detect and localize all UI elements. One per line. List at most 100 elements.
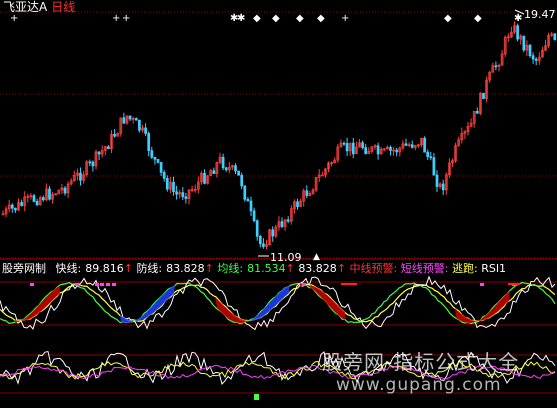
mid-warning-tick	[508, 283, 520, 285]
rsi-label: RSI1	[481, 262, 507, 275]
watermark-text: 股旁网-指标公式大全	[322, 350, 520, 374]
candle-body	[432, 157, 436, 176]
short-warning-tick	[302, 283, 306, 286]
avg-label: 均线:	[217, 262, 244, 275]
fast-arrow: ↑	[123, 262, 133, 275]
candle-body	[165, 178, 169, 190]
candle-body	[88, 161, 92, 164]
stock-name: 飞亚达A	[3, 0, 48, 14]
candle-body	[212, 170, 216, 174]
candle-body	[364, 147, 368, 154]
candle-body	[138, 119, 141, 131]
candle-body	[389, 146, 392, 151]
chart-title: 飞亚达A 日线	[3, 1, 75, 14]
candle-body	[156, 158, 160, 163]
candle-body	[32, 195, 36, 202]
signal-marker: +	[112, 13, 120, 24]
fast-label: 快线:	[55, 262, 82, 275]
candle-body	[410, 144, 414, 148]
candle-body	[494, 65, 498, 68]
extra-arrow: ↑	[336, 262, 347, 275]
candle-body	[172, 181, 175, 193]
short-warning-tick	[30, 283, 34, 286]
candle-body	[91, 161, 95, 167]
short-warning-tick	[95, 283, 99, 286]
candle-body	[435, 174, 439, 187]
candle-body	[243, 185, 247, 200]
avg-value: 81.534	[247, 262, 286, 275]
cloud-fill	[15, 285, 60, 323]
candle-body	[441, 183, 445, 191]
defend-arrow: ↑	[204, 262, 214, 275]
defend-label: 防线:	[136, 262, 163, 275]
candle-body	[553, 33, 557, 41]
candle-body	[345, 143, 349, 152]
signal-marker: ◆	[474, 13, 482, 24]
candle-body	[280, 221, 284, 227]
candle-body	[144, 127, 147, 134]
candle-body	[113, 133, 116, 137]
candle-body	[147, 133, 151, 152]
signal-marker: ✱	[237, 13, 245, 24]
low-marker: ▲	[313, 252, 320, 262]
indicator-name: 股旁网制	[2, 262, 46, 275]
candle-body	[429, 156, 433, 159]
candle-body	[258, 235, 262, 245]
cloud-fill	[250, 284, 290, 321]
short-warning-tick	[112, 283, 116, 286]
signal-marker: ◆	[317, 13, 325, 24]
short-warning-tick	[75, 283, 79, 286]
short-warning-tick	[480, 283, 484, 286]
candle-body	[246, 198, 250, 202]
candle-body	[522, 35, 526, 51]
avg-arrow: ↑	[285, 262, 295, 275]
period-label: 日线	[51, 0, 76, 14]
extra-value: 83.828	[298, 262, 337, 275]
candle-body	[404, 143, 408, 146]
short-warning-tick	[100, 283, 104, 286]
candle-body	[175, 191, 178, 195]
short-warning-label: 短线预警:	[400, 262, 449, 275]
mid-warning-tick	[341, 283, 357, 285]
escape-label: 逃跑:	[451, 262, 478, 275]
candle-body	[107, 146, 110, 150]
candle-body	[305, 190, 309, 196]
signal-marker: ◆	[296, 13, 304, 24]
candle-body	[79, 172, 82, 181]
candle-body	[531, 55, 535, 60]
candle-body	[395, 149, 399, 153]
candle-body	[41, 197, 45, 201]
candle-body	[516, 25, 519, 40]
candle-body	[20, 202, 23, 206]
candle-body	[203, 172, 206, 184]
candle-body	[320, 174, 324, 177]
watermark-url: www.gupang.com	[336, 375, 502, 395]
signal-marker: +	[10, 13, 18, 24]
candle-body	[184, 196, 188, 199]
mid-warning-label: 中线预警:	[349, 262, 398, 275]
candle-body	[10, 204, 14, 209]
candle-body	[255, 220, 259, 237]
candle-body	[122, 117, 126, 124]
signal-markers: + + + ✱✱ ◆ ◆ ◆ ◆ + ◆ ◆ ✱▲	[10, 13, 522, 262]
short-warning-tick	[106, 283, 110, 286]
candle-body	[240, 174, 244, 187]
candle-body	[237, 170, 240, 176]
signal-marker: +	[122, 13, 130, 24]
candle-body	[482, 92, 485, 99]
candle-body	[528, 44, 532, 56]
candle-body	[128, 115, 132, 120]
candle-body	[426, 151, 430, 158]
chart-grid	[0, 11, 557, 394]
candle-body	[249, 200, 253, 212]
candle-body	[97, 151, 101, 155]
signal-marker: ◆	[272, 13, 280, 24]
indicator-value-bar: 股旁网制 快线: 89.816↑ 防线: 83.828↑ 均线: 81.534↑ 83…	[2, 262, 506, 275]
candle-body	[361, 142, 364, 148]
candle-body	[534, 58, 538, 61]
candle-body	[159, 162, 163, 173]
signal-marker: ◆	[253, 13, 261, 24]
candle-body	[342, 142, 346, 145]
candle-body	[134, 118, 138, 121]
candle-body	[153, 156, 157, 160]
